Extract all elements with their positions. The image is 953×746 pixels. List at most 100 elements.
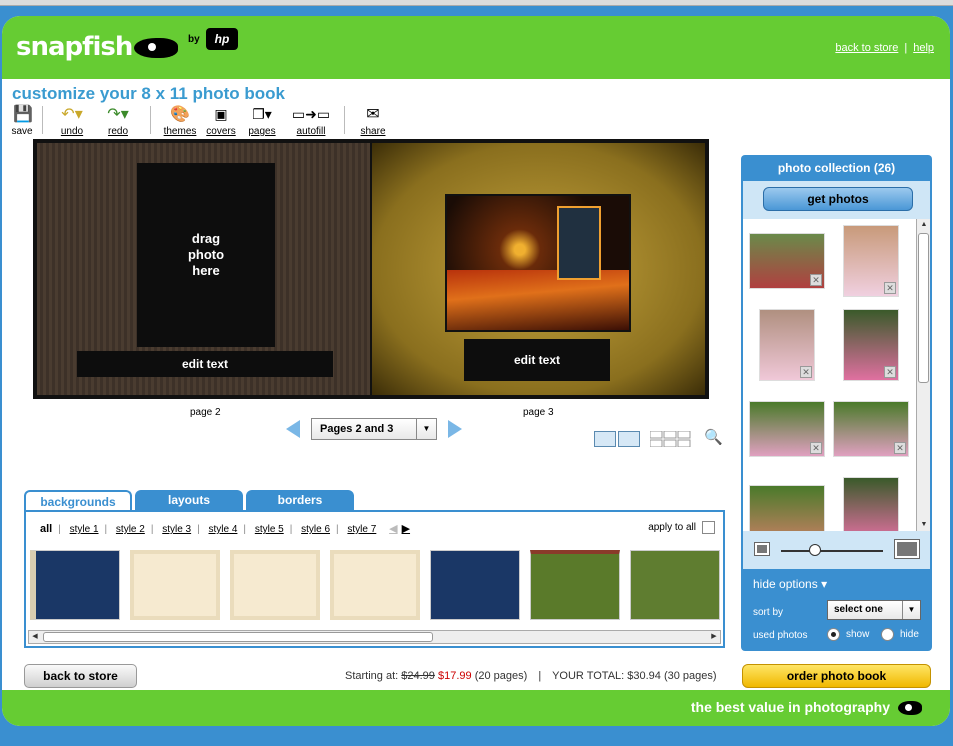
style-sep: | — [150, 524, 154, 535]
style-2[interactable]: style 2 — [116, 524, 145, 535]
covers-button[interactable]: ▣ covers — [204, 104, 238, 138]
tagline: the best value in photography — [690, 699, 890, 715]
fish-icon — [898, 701, 922, 715]
next-page-arrow-icon[interactable] — [448, 420, 462, 438]
undo-arrow-icon: ↶▾ — [61, 106, 83, 123]
book-spread: drag photo here edit text edit text — [33, 139, 709, 399]
right-page[interactable]: edit text — [372, 143, 705, 395]
scrollbar-thumb[interactable] — [918, 233, 929, 383]
remove-photo-icon[interactable]: ✕ — [884, 282, 896, 294]
photo-thumb[interactable] — [843, 477, 899, 531]
snapfish-logo[interactable]: snapfish — [16, 32, 179, 62]
photo-thumb[interactable]: ✕ — [759, 309, 815, 381]
photo-collection-sidebar: photo collection (26) get photos ✕ ✕ ✕ ✕… — [741, 155, 932, 651]
style-1[interactable]: style 1 — [70, 524, 99, 535]
style-5[interactable]: style 5 — [255, 524, 284, 535]
chevron-down-icon: ▼ — [902, 601, 920, 619]
style-sep: | — [243, 524, 247, 535]
themes-button[interactable]: 🎨 themes — [162, 104, 198, 137]
scroll-right-icon[interactable]: ▶ — [708, 631, 720, 643]
right-edit-text-box[interactable]: edit text — [464, 339, 610, 381]
style-all[interactable]: all — [40, 523, 52, 535]
photo-drop-area[interactable]: drag photo here — [137, 163, 275, 347]
single-page-view-icon[interactable] — [594, 431, 616, 447]
sort-by-label: sort by — [753, 607, 784, 618]
scroll-up-icon[interactable]: ▲ — [917, 219, 930, 231]
previous-page-arrow-icon[interactable] — [286, 420, 300, 438]
apply-to-all[interactable]: apply to all — [648, 521, 715, 534]
remove-photo-icon[interactable]: ✕ — [884, 366, 896, 378]
photo-thumb[interactable]: ✕ — [843, 225, 899, 297]
back-to-store-button[interactable]: back to store — [24, 664, 137, 688]
chevron-down-icon: ▼ — [416, 419, 436, 439]
get-photos-button[interactable]: get photos — [763, 187, 913, 211]
left-edit-text-box[interactable]: edit text — [77, 351, 333, 377]
tab-backgrounds[interactable]: backgrounds — [24, 490, 132, 512]
slider-track[interactable] — [781, 550, 883, 552]
show-radio[interactable] — [827, 628, 840, 641]
background-thumb[interactable] — [530, 550, 620, 620]
toolbar-divider — [344, 106, 345, 134]
remove-photo-icon[interactable]: ✕ — [810, 442, 822, 454]
photo-thumb[interactable]: ✕ — [843, 309, 899, 381]
style-4[interactable]: style 4 — [209, 524, 238, 535]
city-night-photo[interactable] — [445, 194, 631, 332]
photo-thumb[interactable]: ✕ — [833, 401, 909, 457]
toolbar-divider — [150, 106, 151, 134]
remove-photo-icon[interactable]: ✕ — [810, 274, 822, 286]
style-prev-arrow-icon[interactable]: ◀ — [389, 522, 397, 535]
remove-photo-icon[interactable]: ✕ — [800, 366, 812, 378]
magnifier-icon[interactable]: 🔍 — [704, 428, 723, 446]
spread-view-icon[interactable] — [618, 431, 640, 447]
left-page-label: page 2 — [190, 407, 221, 418]
background-thumb[interactable] — [430, 550, 520, 620]
background-thumb[interactable] — [230, 550, 320, 620]
page-select-dropdown[interactable]: Pages 2 and 3 ▼ — [311, 418, 437, 440]
hide-radio[interactable] — [881, 628, 894, 641]
undo-button[interactable]: ↶▾ undo — [54, 104, 90, 137]
background-thumb[interactable] — [130, 550, 220, 620]
floppy-disk-icon: 💾 — [13, 106, 33, 123]
scroll-down-icon[interactable]: ▼ — [917, 519, 930, 531]
pages-button[interactable]: ❐▾ pages — [246, 104, 278, 138]
left-page[interactable]: drag photo here edit text — [37, 143, 370, 395]
scroll-left-icon[interactable]: ◀ — [29, 631, 41, 643]
photo-thumb[interactable]: ✕ — [749, 401, 825, 457]
tab-layouts[interactable]: layouts — [135, 490, 243, 512]
pages-note: (20 pages) — [474, 670, 528, 682]
style-sep: | — [104, 524, 108, 535]
sort-by-dropdown[interactable]: select one ▼ — [827, 600, 921, 620]
envelope-icon: ✉ — [366, 106, 380, 123]
photo-thumb[interactable]: ✕ — [749, 233, 825, 289]
style-7[interactable]: style 7 — [347, 524, 376, 535]
apply-to-all-checkbox[interactable] — [702, 521, 715, 534]
book-cover-icon: ▣ — [214, 105, 228, 122]
hide-options-toggle[interactable]: hide options ▾ — [753, 577, 827, 591]
autofill-button[interactable]: ▭➜▭ autofill — [290, 104, 332, 138]
style-3[interactable]: style 3 — [162, 524, 191, 535]
starting-at-label: Starting at: — [345, 670, 399, 682]
vertical-scrollbar[interactable]: ▲ ▼ — [916, 219, 930, 531]
back-to-store-link[interactable]: back to store — [835, 42, 898, 54]
help-link[interactable]: help — [913, 42, 934, 54]
remove-photo-icon[interactable]: ✕ — [894, 442, 906, 454]
background-thumb[interactable] — [630, 550, 720, 620]
drop-text: drag photo here — [187, 231, 225, 278]
share-button[interactable]: ✉ share — [356, 104, 390, 137]
slider-knob[interactable] — [809, 544, 821, 556]
style-6[interactable]: style 6 — [301, 524, 330, 535]
save-button[interactable]: 💾 save — [10, 104, 34, 137]
scrollbar-thumb[interactable] — [43, 632, 433, 642]
horizontal-scrollbar[interactable]: ◀ ▶ — [28, 630, 721, 644]
background-thumbnails — [30, 550, 720, 620]
background-thumb[interactable] — [30, 550, 120, 620]
tab-borders[interactable]: borders — [246, 490, 354, 512]
grid-view-icon[interactable] — [650, 431, 692, 447]
large-thumbnail-icon — [894, 539, 920, 559]
redo-button[interactable]: ↷▾ redo — [100, 104, 136, 137]
background-thumb[interactable] — [330, 550, 420, 620]
order-photo-book-button[interactable]: order photo book — [742, 664, 931, 688]
photo-thumb[interactable] — [749, 485, 825, 531]
style-next-arrow-icon[interactable]: ▶ — [402, 522, 410, 535]
style-sep: | — [58, 524, 61, 535]
